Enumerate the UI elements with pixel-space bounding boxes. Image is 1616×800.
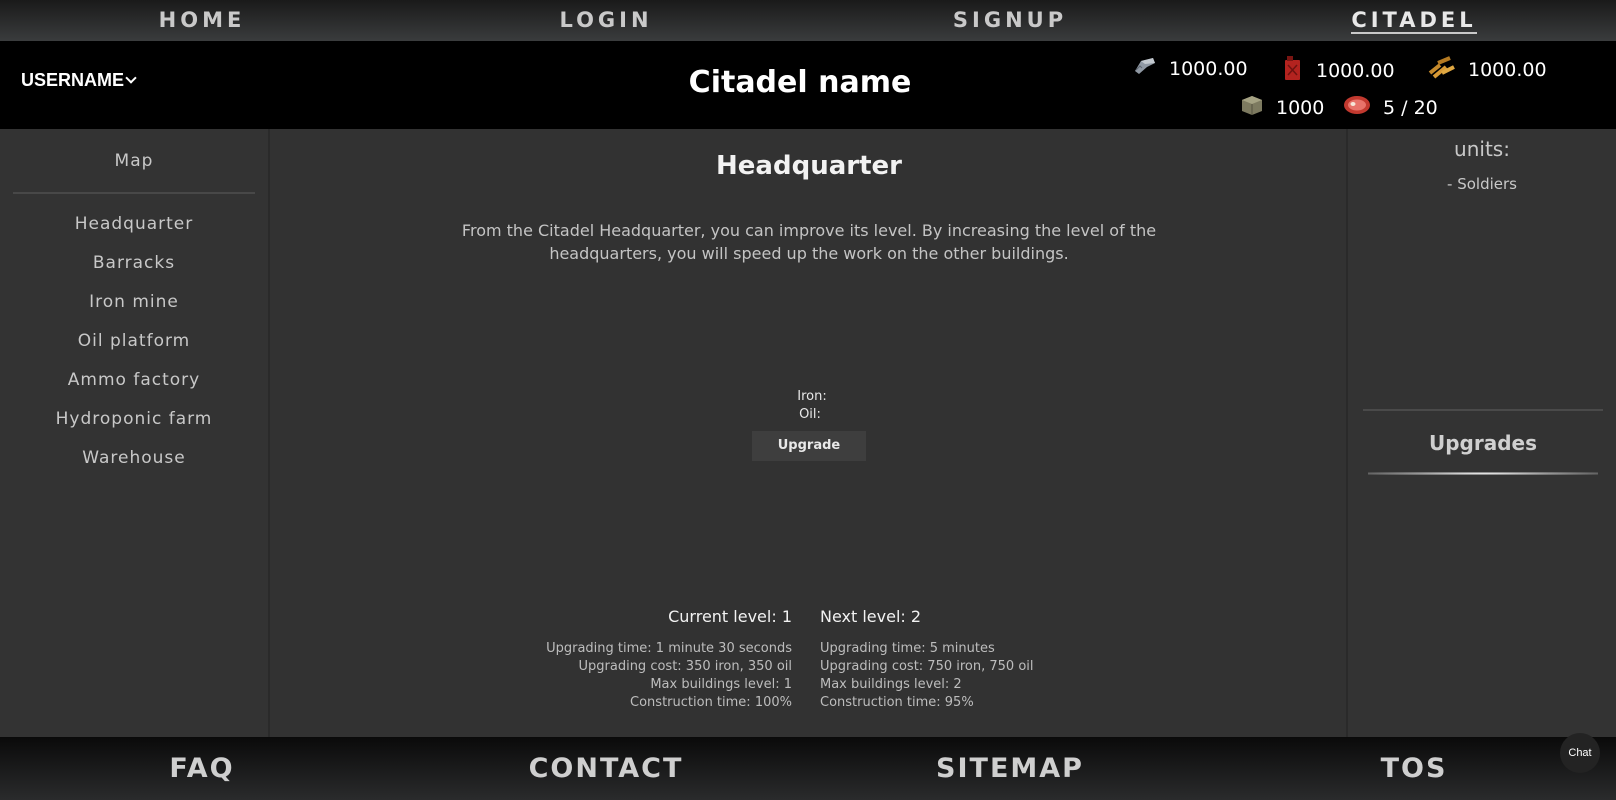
resource-iron: 1000.00 — [1133, 55, 1248, 82]
next-level-title: Next level: 2 — [820, 607, 922, 626]
current-upgrading-cost: Upgrading cost: 350 iron, 350 oil — [578, 659, 793, 674]
current-level-title: Current level: 1 — [668, 607, 792, 626]
iron-amount: 1000.00 — [1169, 57, 1248, 80]
resource-storage: 1000 — [1240, 94, 1324, 121]
building-title: Headquarter — [716, 151, 902, 181]
unit-item-soldiers: - Soldiers — [1447, 175, 1517, 193]
current-construction-time: Construction time: 100% — [630, 695, 792, 710]
next-construction-time: Construction time: 95% — [820, 695, 974, 710]
resource-ammo: 1000.00 — [1428, 55, 1547, 84]
sidebar-item-iron-mine[interactable]: Iron mine — [0, 292, 268, 331]
next-upgrading-cost: Upgrading cost: 750 iron, 750 oil — [820, 659, 1034, 674]
sidebar-item-hydroponic-farm[interactable]: Hydroponic farm — [0, 409, 268, 448]
meat-icon — [1343, 94, 1371, 121]
iron-cost-label: Iron: — [797, 389, 827, 404]
buildings-list: Headquarter Barracks Iron mine Oil platf… — [0, 194, 268, 487]
nav-home[interactable]: HOME — [0, 0, 404, 41]
next-level-info: Next level: 2 Upgrading time: 5 minutes … — [820, 607, 1034, 712]
current-max-buildings-level: Max buildings level: 1 — [650, 677, 792, 692]
units-title: units: — [1454, 137, 1510, 161]
sidebar-item-warehouse[interactable]: Warehouse — [0, 448, 268, 487]
sidebar-item-ammo-factory[interactable]: Ammo factory — [0, 370, 268, 409]
resource-food: 5 / 20 — [1343, 94, 1438, 121]
divider — [1363, 409, 1603, 411]
food-amount: 5 / 20 — [1383, 96, 1438, 119]
crate-icon — [1240, 94, 1264, 121]
units-panel: units: - Soldiers Upgrades — [1346, 129, 1616, 737]
oil-cost-label: Oil: — [799, 407, 821, 422]
upgrade-button[interactable]: Upgrade — [752, 431, 866, 461]
iron-icon — [1133, 55, 1157, 82]
nav-login[interactable]: LOGIN — [404, 0, 808, 41]
ammo-amount: 1000.00 — [1468, 58, 1547, 81]
sidebar-item-headquarter[interactable]: Headquarter — [0, 214, 268, 253]
nav-signup[interactable]: SIGNUP — [808, 0, 1212, 41]
storage-amount: 1000 — [1276, 96, 1325, 119]
oil-canister-icon — [1282, 55, 1304, 86]
buildings-sidebar: Map Headquarter Barracks Iron mine Oil p… — [0, 129, 270, 737]
footer-link-tos[interactable]: TOS — [1212, 737, 1616, 800]
next-upgrading-time: Upgrading time: 5 minutes — [820, 641, 995, 656]
footer-link-faq[interactable]: FAQ — [0, 737, 404, 800]
upgrades-underline — [1368, 472, 1598, 475]
ammo-icon — [1428, 55, 1456, 84]
footer-link-sitemap[interactable]: SITEMAP — [808, 737, 1212, 800]
next-max-buildings-level: Max buildings level: 2 — [820, 677, 962, 692]
upgrades-title: Upgrades — [1428, 431, 1538, 455]
building-panel: Headquarter From the Citadel Headquarter… — [272, 129, 1346, 737]
current-level-info: Current level: 1 Upgrading time: 1 minut… — [546, 607, 792, 712]
building-description: From the Citadel Headquarter, you can im… — [461, 221, 1157, 263]
nav-citadel[interactable]: CITADEL — [1212, 0, 1616, 41]
resource-oil: 1000.00 — [1282, 55, 1395, 86]
sidebar-item-map[interactable]: Map — [13, 129, 255, 194]
current-upgrading-time: Upgrading time: 1 minute 30 seconds — [546, 641, 792, 656]
oil-amount: 1000.00 — [1316, 59, 1395, 82]
top-navigation: HOME LOGIN SIGNUP CITADEL — [0, 0, 1616, 41]
citadel-header: USERNAME Citadel name 1000.00 1000.00 10… — [0, 41, 1616, 129]
sidebar-item-barracks[interactable]: Barracks — [0, 253, 268, 292]
chat-button[interactable]: Chat — [1560, 733, 1600, 773]
footer-navigation: FAQ CONTACT SITEMAP TOS — [0, 737, 1616, 800]
footer-link-contact[interactable]: CONTACT — [404, 737, 808, 800]
sidebar-item-oil-platform[interactable]: Oil platform — [0, 331, 268, 370]
